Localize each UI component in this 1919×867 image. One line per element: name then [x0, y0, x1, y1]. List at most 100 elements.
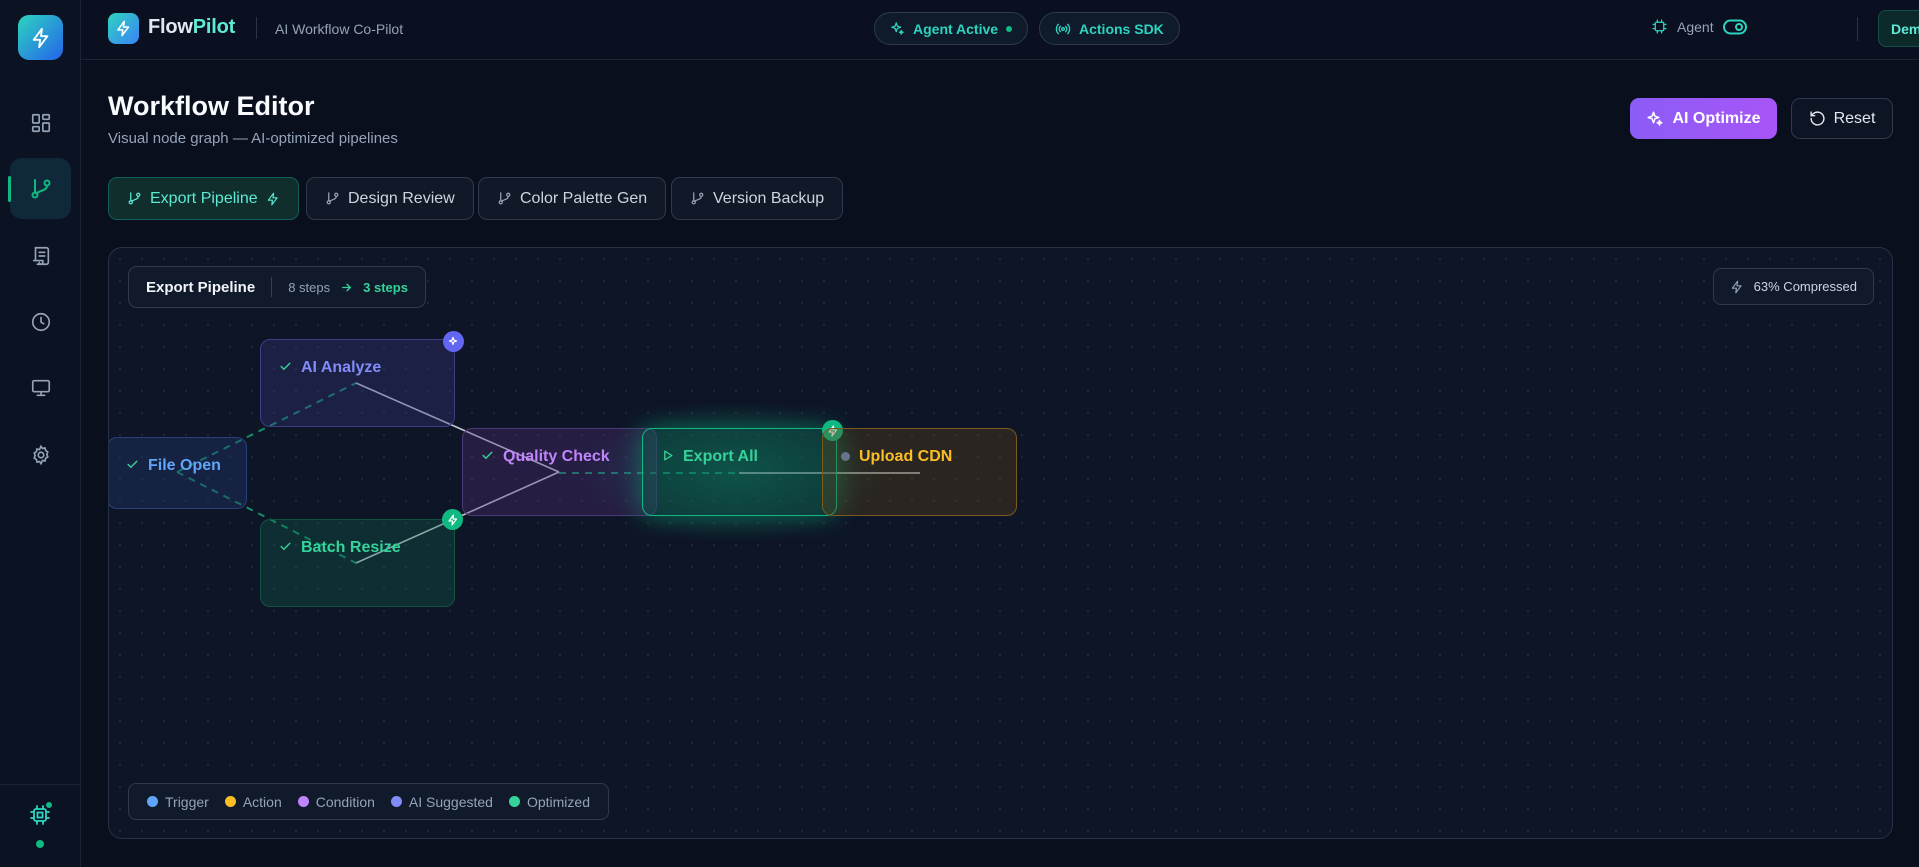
ai-optimize-button[interactable]: AI Optimize	[1630, 98, 1777, 139]
workflow-name: Export Pipeline	[146, 278, 256, 296]
brand-tagline: AI Workflow Co-Pilot	[275, 21, 404, 37]
sparkles-icon	[891, 22, 904, 35]
toggle-on-icon	[1722, 19, 1747, 34]
node-upload-cdn[interactable]: Upload CDN	[822, 428, 1017, 516]
tab-design-review[interactable]: Design Review	[306, 177, 474, 220]
legend-label: AI Suggested	[408, 793, 493, 810]
legend: Trigger Action Condition AI Suggested Op…	[128, 783, 609, 820]
node-label: Quality Check	[503, 448, 610, 465]
sidebar-item-workflows[interactable]	[8, 158, 71, 219]
legend-dot	[390, 796, 402, 807]
sidebar-item-history[interactable]	[10, 291, 71, 352]
tab-color-palette-gen[interactable]: Color Palette Gen	[478, 177, 667, 220]
tab-export-pipeline[interactable]: Export Pipeline	[108, 177, 299, 220]
check-icon	[280, 542, 291, 551]
sidebar-item-preview[interactable]	[10, 357, 71, 418]
legend-dot	[224, 796, 236, 807]
reset-icon	[1810, 111, 1825, 126]
sidebar-item-dashboard[interactable]	[10, 92, 71, 153]
agent-active-label: Agent Active	[913, 20, 999, 37]
workflow-canvas[interactable]: Export Pipeline 8 steps 3 steps 63% Comp…	[108, 247, 1893, 839]
legend-label: Optimized	[526, 793, 590, 810]
branch-icon	[498, 192, 511, 205]
dashboard-icon	[31, 113, 50, 132]
sidebar-footer	[0, 784, 80, 867]
legend-label: Action	[242, 793, 282, 810]
brand-divider	[256, 17, 257, 39]
scroll-icon	[32, 246, 49, 265]
check-icon	[127, 460, 138, 469]
node-file-open[interactable]: File Open	[109, 437, 247, 509]
legend-item-action: Action	[224, 793, 282, 810]
top-bar: FlowPilot AI Workflow Co-Pilot Agent Act…	[81, 0, 1919, 60]
chip-icon	[1652, 19, 1667, 34]
badge-divider	[271, 277, 273, 297]
reset-button[interactable]: Reset	[1791, 98, 1893, 139]
node-label: Upload CDN	[859, 448, 953, 465]
optimized-badge	[442, 509, 463, 530]
legend-label: Condition	[315, 793, 375, 810]
ai-optimize-label: AI Optimize	[1672, 109, 1761, 127]
demo-label: Demo	[1891, 20, 1919, 37]
branch-icon	[691, 192, 704, 205]
legend-item-trigger: Trigger	[147, 794, 209, 810]
agent-toggle[interactable]: Agent	[1651, 18, 1747, 35]
sparkles-icon	[1647, 111, 1663, 126]
branch-icon	[128, 192, 141, 205]
chip-status-dot	[45, 801, 53, 809]
reset-label: Reset	[1833, 109, 1876, 127]
bolt-icon	[1731, 280, 1742, 293]
node-export-all[interactable]: Export All	[642, 428, 837, 516]
header-divider	[1857, 17, 1858, 41]
node-label: AI Analyze	[301, 359, 382, 376]
agent-label: Agent	[1677, 18, 1714, 35]
check-icon	[280, 362, 291, 371]
node-quality-check[interactable]: Quality Check	[462, 428, 657, 516]
bolt-icon	[32, 27, 48, 48]
tab-label: Export Pipeline	[150, 189, 258, 207]
legend-dot	[147, 796, 158, 807]
tab-label: Design Review	[348, 189, 455, 207]
legend-item-optimized: Optimized	[508, 793, 590, 810]
sidebar-item-logs[interactable]	[10, 225, 71, 286]
legend-dot	[508, 796, 520, 807]
actions-sdk-pill[interactable]: Actions SDK	[1039, 12, 1180, 45]
node-ai-analyze[interactable]: AI Analyze	[260, 339, 455, 427]
gear-icon	[32, 444, 49, 465]
legend-label: Trigger	[165, 793, 209, 810]
node-label: Export All	[683, 448, 758, 465]
branch-icon	[31, 178, 50, 198]
online-dot	[36, 840, 44, 848]
agent-active-pill[interactable]: Agent Active	[874, 12, 1029, 45]
agent-status-button[interactable]	[28, 801, 53, 832]
clock-icon	[31, 312, 50, 331]
ai-suggested-badge	[443, 331, 464, 352]
compression-badge: 63% Compressed	[1712, 268, 1874, 305]
legend-item-condition: Condition	[297, 793, 375, 810]
demo-toggle[interactable]: Demo	[1878, 10, 1919, 47]
play-icon	[664, 450, 673, 461]
node-label: File Open	[148, 457, 221, 474]
legend-dot	[297, 796, 309, 807]
actions-sdk-label: Actions SDK	[1079, 20, 1164, 37]
arrow-right-icon	[342, 283, 352, 291]
tab-version-backup[interactable]: Version Backup	[671, 177, 844, 220]
bolt-icon	[447, 513, 457, 526]
sidebar-item-settings[interactable]	[10, 424, 71, 485]
steps-after: 3 steps	[363, 279, 408, 295]
brand-name: FlowPilot	[148, 16, 235, 39]
pending-dot	[841, 452, 850, 461]
tab-label: Version Backup	[713, 189, 825, 207]
sparkles-icon	[448, 336, 457, 345]
status-dot	[1006, 25, 1013, 32]
node-batch-resize[interactable]: Batch Resize	[260, 519, 455, 607]
check-icon	[482, 451, 493, 460]
brand-logo[interactable]	[108, 13, 139, 44]
bolt-icon	[267, 192, 278, 205]
app-logo[interactable]	[18, 15, 63, 60]
broadcast-icon	[1055, 23, 1071, 34]
brand-name-accent: Pilot	[192, 16, 236, 38]
compression-label: 63% Compressed	[1753, 279, 1857, 294]
bolt-icon	[117, 20, 130, 37]
brand-name-part: Flow	[148, 16, 193, 38]
